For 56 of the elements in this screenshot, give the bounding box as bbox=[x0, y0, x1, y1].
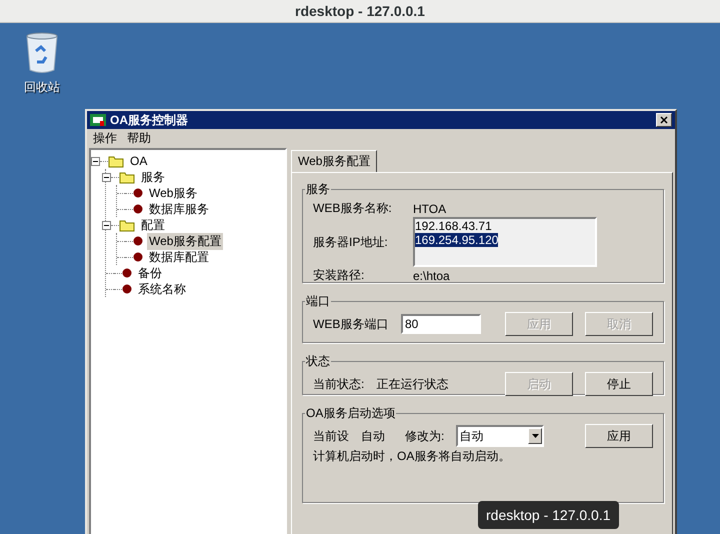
bullet-icon bbox=[122, 268, 132, 278]
startup-dropdown[interactable]: 自动 bbox=[456, 425, 544, 447]
folder-icon bbox=[108, 154, 124, 168]
ip-list-box[interactable]: 192.168.43.71 169.254.95.120 bbox=[413, 217, 597, 267]
tooltip-text: rdesktop - 127.0.0.1 bbox=[486, 507, 611, 523]
menu-item[interactable]: 帮助 bbox=[127, 130, 151, 147]
menu-item[interactable]: 操作 bbox=[93, 130, 117, 147]
desktop-icon-label[interactable]: 回收站 bbox=[24, 79, 60, 96]
list-item[interactable]: 169.254.95.120 bbox=[415, 233, 498, 247]
group-title: 状态 bbox=[305, 353, 331, 370]
bullet-icon bbox=[133, 236, 143, 246]
collapse-icon[interactable] bbox=[102, 220, 111, 230]
field-value: 自动 bbox=[361, 428, 385, 444]
bullet-icon bbox=[122, 284, 132, 294]
field-label: 服务器IP地址: bbox=[313, 234, 389, 250]
close-icon bbox=[660, 116, 668, 124]
window-title: OA服务控制器 bbox=[110, 112, 189, 128]
screen-title: rdesktop - 127.0.0.1 bbox=[295, 3, 425, 19]
bullet-icon bbox=[133, 252, 143, 262]
tree-item[interactable]: 配置 bbox=[139, 216, 167, 234]
tab[interactable]: Web服务配置 bbox=[291, 150, 378, 172]
folder-icon bbox=[119, 218, 135, 232]
port-field[interactable]: 80 bbox=[401, 314, 481, 334]
close-button[interactable] bbox=[656, 113, 672, 127]
tree-item[interactable]: Web服务配置 bbox=[147, 232, 224, 250]
apply-button[interactable]: 应用 bbox=[585, 424, 653, 448]
bullet-icon bbox=[133, 188, 143, 198]
field-value: e:\htoa bbox=[413, 268, 450, 282]
field-value: 正在运行状态 bbox=[376, 376, 448, 392]
field-label: 当前设 bbox=[313, 428, 349, 444]
tree-item[interactable]: 服务 bbox=[139, 168, 167, 186]
field-value: HTOA bbox=[413, 202, 446, 216]
action-button[interactable]: 停止 bbox=[585, 372, 653, 396]
tree-item[interactable]: OA bbox=[128, 154, 150, 168]
field-label: 修改为: bbox=[405, 428, 444, 444]
folder-icon bbox=[119, 170, 135, 184]
bullet-icon bbox=[133, 204, 143, 214]
tree-item[interactable]: 系统名称 bbox=[136, 280, 188, 298]
collapse-icon[interactable] bbox=[91, 156, 100, 166]
field-label: 安装路径: bbox=[313, 267, 366, 284]
tree-item[interactable]: 备份 bbox=[136, 264, 164, 282]
group-title: 服务 bbox=[305, 181, 331, 198]
app-icon bbox=[90, 114, 106, 126]
group-title: OA服务启动选项 bbox=[305, 405, 396, 422]
collapse-icon[interactable] bbox=[102, 172, 111, 182]
field-label: WEB服务名称: bbox=[313, 200, 393, 217]
field-label: WEB服务端口 bbox=[313, 316, 389, 332]
trash-bin-icon[interactable] bbox=[24, 31, 60, 75]
tree-item[interactable]: Web服务 bbox=[147, 184, 200, 202]
list-item[interactable]: 192.168.43.71 bbox=[415, 219, 492, 233]
dropdown-arrow-icon bbox=[532, 434, 539, 438]
field-label: 当前状态: bbox=[313, 376, 364, 392]
tree-item[interactable]: 数据库服务 bbox=[147, 200, 211, 218]
tree-item[interactable]: 数据库配置 bbox=[147, 248, 211, 266]
info-text: 计算机启动时，OA服务将自动启动。 bbox=[313, 448, 512, 465]
group-title: 端口 bbox=[305, 293, 331, 310]
